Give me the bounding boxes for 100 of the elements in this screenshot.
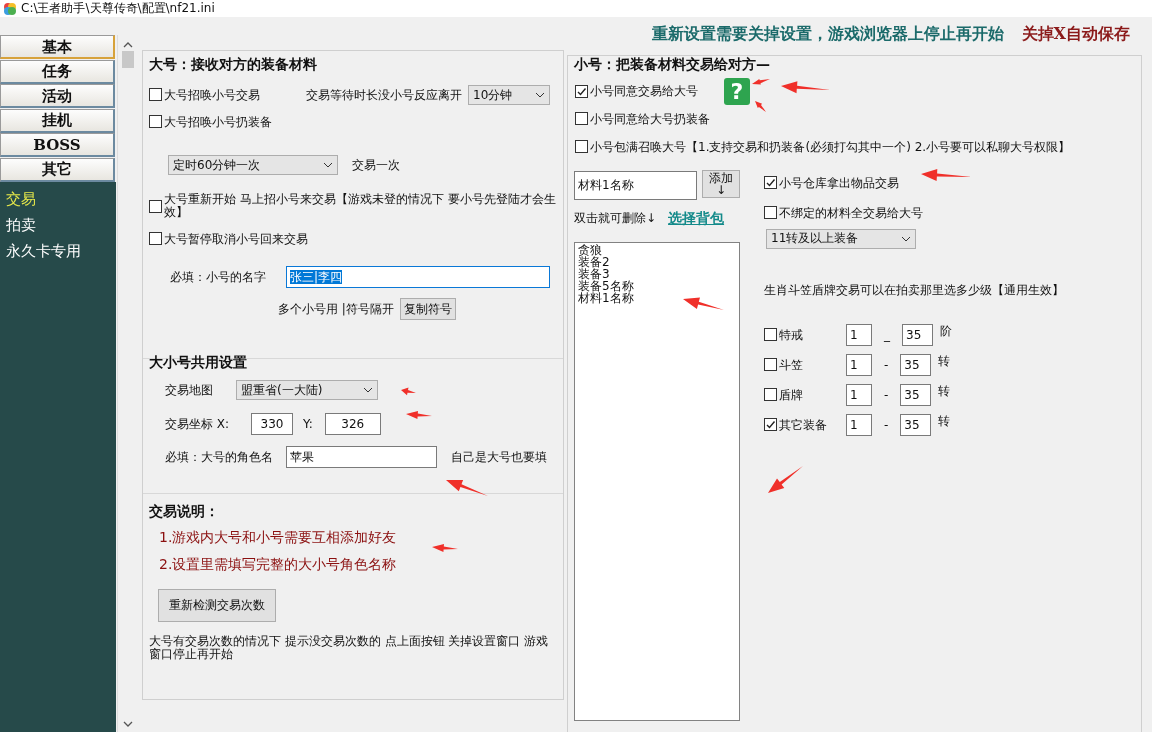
checkbox[interactable] [149,115,162,129]
input-field[interactable]: 材料1名称 [574,170,697,200]
list-item[interactable]: 装备5名称 [578,280,634,292]
dropdown[interactable]: 定时60分钟一次 [168,155,338,175]
note-text: 大号有交易次数的情况下 提示没交易次数的 点上面按钮 关掉设置窗口 游戏窗口停止再开始 [149,634,549,661]
checkbox-label: 特戒 [779,327,803,343]
app-icon [3,2,16,15]
checkbox[interactable] [149,199,162,213]
hint-text: 双击就可删除↓ [574,210,657,226]
window-title: C:\王者助手\天尊传奇\配置\nf21.ini [21,1,215,16]
field-label: 交易地图 [165,382,214,398]
chevron-icon [535,92,545,98]
hint-text: 多个小号用 |符号隔开 [278,301,394,317]
sidebar-item[interactable]: 拍卖 [0,212,42,238]
annotation-arrow [755,101,766,112]
chevron-icon [323,162,333,168]
checkbox-label: 小号包满召唤大号【1.支持交易和扔装备(必须打勾其中一个) 2.小号要可以私聊大号权限】 [590,139,1071,155]
checkbox[interactable] [149,232,162,246]
group-title: 大号：接收对方的装备材料 [149,55,317,74]
checkbox[interactable] [764,328,777,342]
list-item[interactable]: 装备3 [578,268,610,280]
unit-label: 阶 [940,324,952,339]
checkbox-label: 大号招唤小号交易 [164,87,260,103]
sidebar-item[interactable]: 永久卡专用 [0,238,87,264]
chevron-icon [901,235,911,242]
hint-text: 生肖斗笠盾牌交易可以在拍卖那里选多少级【通用生效】 [764,282,1064,298]
sidebar-tab[interactable]: 其它 [0,157,115,182]
range-separator: - [884,387,889,403]
list-item[interactable]: 贪狼 [578,244,602,256]
add-button[interactable]: 添加 ↓ [702,170,740,198]
checkbox-label: 盾牌 [779,387,803,403]
annotation-arrow [401,387,416,396]
input-field[interactable]: 1 [846,354,872,376]
checkbox[interactable] [764,358,777,372]
list-item[interactable]: 材料1名称 [578,292,634,304]
unit-label: 转 [938,354,951,369]
list-item[interactable]: 装备2 [578,256,610,268]
input-field[interactable]: 326 [324,413,381,435]
input-field[interactable]: 1 [846,384,872,406]
field-label: 必填：小号的名字 [170,269,267,285]
annotation-arrow [752,78,770,85]
checkbox[interactable] [764,206,777,220]
input-field[interactable]: 苹果 [286,446,437,468]
checkbox-label: 大号招唤小号扔装备 [164,114,272,130]
scroll-down-icon [122,721,133,728]
input-field[interactable]: 1 [846,324,872,346]
annotation-arrow [406,410,432,419]
checkbox-label: 其它装备 [779,417,827,433]
range-separator: - [884,357,889,373]
instruction-text: 2.设置里需填写完整的大小号角色名称 [159,555,397,573]
instruction-text: 1.游戏内大号和小号需要互相添加好友 [159,529,397,546]
sidebar-tab[interactable]: 活动 [0,84,115,108]
sidebar-item[interactable]: 交易 [0,186,42,212]
input-field[interactable]: 张三|李四 [286,266,550,288]
field-label: 交易坐标 X: [165,416,231,432]
annotation-arrow [768,466,803,493]
scrollbar-thumb[interactable] [121,51,134,68]
field-label: Y: [303,416,313,432]
checkbox[interactable] [764,388,777,402]
checkbox[interactable] [149,88,162,102]
input-field[interactable]: 330 [251,413,293,435]
input-field[interactable]: 35 [902,324,933,346]
field-label: 必填：大号的角色名 [165,449,274,465]
input-field[interactable]: 35 [900,414,932,436]
group-title: 交易说明： [149,502,219,521]
checkbox-label: 大号重新开始 马上招小号来交易【游戏未登的情况下 要小号先登陆才会生效】 [164,193,557,219]
unit-label: 转 [938,414,951,429]
range-separator: - [884,417,889,433]
checkbox-label: 小号同意交易给大号 [590,84,698,99]
input-field[interactable]: 35 [900,384,932,406]
checkbox[interactable] [575,112,588,126]
checkbox[interactable] [764,418,777,432]
sidebar-tab[interactable]: BOSS [0,133,115,157]
dropdown[interactable]: 10分钟 [468,85,550,105]
dropdown[interactable]: 11转及以上装备 [766,228,916,249]
unit-label: 转 [938,384,951,399]
annotation-arrow [446,480,488,496]
checkbox[interactable] [575,85,588,98]
group-title: 大小号共用设置 [149,353,247,372]
sidebar-tab[interactable]: 任务 [0,59,115,84]
input-field[interactable]: 1 [846,414,872,436]
checkbox-label: 不绑定的材料全交易给大号 [779,205,923,221]
copy-button[interactable]: 复制符号 [399,298,456,320]
sidebar-tab[interactable]: 挂机 [0,108,115,133]
input-field[interactable]: 35 [900,354,932,376]
field-label: 交易等待时长没小号反应离开 [306,87,462,103]
annotation-arrow [432,543,458,552]
backpack-link[interactable]: 选择背包 [668,209,725,227]
notice-text: 重新设置需要关掉设置，游戏浏览器上停止再开始 [651,23,1004,44]
sidebar-tab[interactable]: 基本 [0,35,115,59]
hint-text: 自己是大号也要填 [451,449,547,465]
checkbox-label: 大号暂停取消小号回来交易 [164,231,308,247]
checkbox[interactable] [575,140,588,154]
dropdown[interactable]: 盟重省(一大陆) [236,380,378,400]
group-title: 小号：把装备材料交易给对方— [574,55,770,74]
chevron-icon [363,387,373,393]
recheck-button[interactable]: 重新检测交易次数 [158,588,276,622]
checkbox[interactable] [764,176,777,190]
scroll-up-icon [122,41,133,48]
save-note: 关掉X自动保存 [1021,23,1130,44]
